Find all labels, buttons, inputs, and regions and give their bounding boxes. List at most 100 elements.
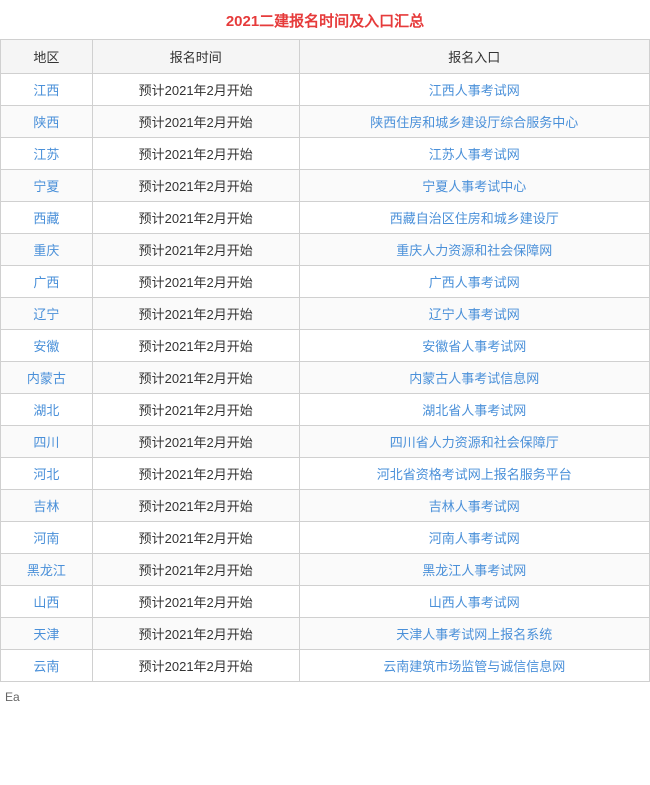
col-header-time: 报名时间 — [92, 40, 299, 74]
table-row: 内蒙古预计2021年2月开始 内蒙古人事考试信息网 — [1, 362, 650, 394]
registration-link[interactable]: 云南建筑市场监管与诚信信息网 — [383, 659, 565, 674]
registration-link[interactable]: 重庆人力资源和社会保障网 — [396, 243, 552, 258]
cell-time: 预计2021年2月开始 — [92, 74, 299, 106]
registration-link[interactable]: 安徽省人事考试网 — [422, 339, 526, 354]
table-row: 山西预计2021年2月开始 山西人事考试网 — [1, 586, 650, 618]
cell-time: 预计2021年2月开始 — [92, 298, 299, 330]
registration-link[interactable]: 河南人事考试网 — [429, 531, 520, 546]
cell-region: 云南 — [1, 650, 93, 682]
cell-link[interactable]: 内蒙古人事考试信息网 — [299, 362, 649, 394]
cell-time: 预计2021年2月开始 — [92, 394, 299, 426]
cell-region: 天津 — [1, 618, 93, 650]
cell-link[interactable]: 江西人事考试网 — [299, 74, 649, 106]
table-row: 湖北预计2021年2月开始 湖北省人事考试网 — [1, 394, 650, 426]
cell-region: 河北 — [1, 458, 93, 490]
cell-link[interactable]: 安徽省人事考试网 — [299, 330, 649, 362]
registration-link[interactable]: 陕西住房和城乡建设厅综合服务中心 — [370, 115, 578, 130]
cell-time: 预计2021年2月开始 — [92, 202, 299, 234]
cell-time: 预计2021年2月开始 — [92, 138, 299, 170]
cell-time: 预计2021年2月开始 — [92, 426, 299, 458]
cell-time: 预计2021年2月开始 — [92, 170, 299, 202]
table-row: 四川预计2021年2月开始 四川省人力资源和社会保障厅 — [1, 426, 650, 458]
cell-region: 内蒙古 — [1, 362, 93, 394]
table-row: 黑龙江预计2021年2月开始 黑龙江人事考试网 — [1, 554, 650, 586]
cell-link[interactable]: 湖北省人事考试网 — [299, 394, 649, 426]
cell-region: 四川 — [1, 426, 93, 458]
table-row: 河北预计2021年2月开始 河北省资格考试网上报名服务平台 — [1, 458, 650, 490]
table-row: 陕西预计2021年2月开始 陕西住房和城乡建设厅综合服务中心 — [1, 106, 650, 138]
registration-link[interactable]: 天津人事考试网上报名系统 — [396, 627, 552, 642]
cell-link[interactable]: 四川省人力资源和社会保障厅 — [299, 426, 649, 458]
cell-time: 预计2021年2月开始 — [92, 586, 299, 618]
cell-region: 江苏 — [1, 138, 93, 170]
registration-link[interactable]: 江苏人事考试网 — [429, 147, 520, 162]
registration-link[interactable]: 山西人事考试网 — [429, 595, 520, 610]
cell-link[interactable]: 辽宁人事考试网 — [299, 298, 649, 330]
cell-link[interactable]: 重庆人力资源和社会保障网 — [299, 234, 649, 266]
cell-link[interactable]: 河南人事考试网 — [299, 522, 649, 554]
cell-link[interactable]: 宁夏人事考试中心 — [299, 170, 649, 202]
registration-link[interactable]: 湖北省人事考试网 — [422, 403, 526, 418]
cell-time: 预计2021年2月开始 — [92, 490, 299, 522]
cell-region: 陕西 — [1, 106, 93, 138]
table-row: 广西预计2021年2月开始 广西人事考试网 — [1, 266, 650, 298]
table-header-row: 地区 报名时间 报名入口 — [1, 40, 650, 74]
cell-region: 广西 — [1, 266, 93, 298]
col-header-link: 报名入口 — [299, 40, 649, 74]
table-row: 西藏预计2021年2月开始 西藏自治区住房和城乡建设厅 — [1, 202, 650, 234]
page-title: 2021二建报名时间及入口汇总 — [0, 10, 650, 31]
cell-time: 预计2021年2月开始 — [92, 234, 299, 266]
table-row: 云南预计2021年2月开始 云南建筑市场监管与诚信信息网 — [1, 650, 650, 682]
cell-link[interactable]: 天津人事考试网上报名系统 — [299, 618, 649, 650]
cell-time: 预计2021年2月开始 — [92, 330, 299, 362]
registration-link[interactable]: 宁夏人事考试中心 — [422, 179, 526, 194]
table-row: 天津预计2021年2月开始 天津人事考试网上报名系统 — [1, 618, 650, 650]
registration-link[interactable]: 四川省人力资源和社会保障厅 — [390, 435, 559, 450]
cell-link[interactable]: 黑龙江人事考试网 — [299, 554, 649, 586]
cell-region: 江西 — [1, 74, 93, 106]
cell-link[interactable]: 河北省资格考试网上报名服务平台 — [299, 458, 649, 490]
cell-time: 预计2021年2月开始 — [92, 106, 299, 138]
cell-link[interactable]: 广西人事考试网 — [299, 266, 649, 298]
cell-region: 湖北 — [1, 394, 93, 426]
registration-link[interactable]: 广西人事考试网 — [429, 275, 520, 290]
registration-link[interactable]: 河北省资格考试网上报名服务平台 — [377, 467, 572, 482]
cell-link[interactable]: 陕西住房和城乡建设厅综合服务中心 — [299, 106, 649, 138]
cell-time: 预计2021年2月开始 — [92, 522, 299, 554]
cell-link[interactable]: 云南建筑市场监管与诚信信息网 — [299, 650, 649, 682]
table-row: 江西预计2021年2月开始 江西人事考试网 — [1, 74, 650, 106]
table-row: 重庆预计2021年2月开始 重庆人力资源和社会保障网 — [1, 234, 650, 266]
registration-link[interactable]: 内蒙古人事考试信息网 — [409, 371, 539, 386]
table-row: 吉林预计2021年2月开始 吉林人事考试网 — [1, 490, 650, 522]
cell-time: 预计2021年2月开始 — [92, 362, 299, 394]
cell-time: 预计2021年2月开始 — [92, 650, 299, 682]
table-row: 辽宁预计2021年2月开始 辽宁人事考试网 — [1, 298, 650, 330]
table-row: 江苏预计2021年2月开始 江苏人事考试网 — [1, 138, 650, 170]
cell-region: 宁夏 — [1, 170, 93, 202]
cell-region: 西藏 — [1, 202, 93, 234]
registration-link[interactable]: 辽宁人事考试网 — [429, 307, 520, 322]
cell-region: 吉林 — [1, 490, 93, 522]
cell-region: 辽宁 — [1, 298, 93, 330]
cell-link[interactable]: 西藏自治区住房和城乡建设厅 — [299, 202, 649, 234]
cell-link[interactable]: 江苏人事考试网 — [299, 138, 649, 170]
cell-link[interactable]: 吉林人事考试网 — [299, 490, 649, 522]
cell-time: 预计2021年2月开始 — [92, 266, 299, 298]
registration-link[interactable]: 黑龙江人事考试网 — [422, 563, 526, 578]
cell-time: 预计2021年2月开始 — [92, 618, 299, 650]
cell-time: 预计2021年2月开始 — [92, 554, 299, 586]
cell-region: 山西 — [1, 586, 93, 618]
main-table: 地区 报名时间 报名入口 江西预计2021年2月开始江西人事考试网陕西预计202… — [0, 39, 650, 682]
cell-time: 预计2021年2月开始 — [92, 458, 299, 490]
cell-region: 河南 — [1, 522, 93, 554]
cell-region: 重庆 — [1, 234, 93, 266]
registration-link[interactable]: 江西人事考试网 — [429, 83, 520, 98]
cell-region: 黑龙江 — [1, 554, 93, 586]
col-header-region: 地区 — [1, 40, 93, 74]
table-row: 宁夏预计2021年2月开始 宁夏人事考试中心 — [1, 170, 650, 202]
footer-text: Ea — [0, 690, 650, 704]
table-row: 河南预计2021年2月开始 河南人事考试网 — [1, 522, 650, 554]
registration-link[interactable]: 吉林人事考试网 — [429, 499, 520, 514]
registration-link[interactable]: 西藏自治区住房和城乡建设厅 — [390, 211, 559, 226]
cell-link[interactable]: 山西人事考试网 — [299, 586, 649, 618]
